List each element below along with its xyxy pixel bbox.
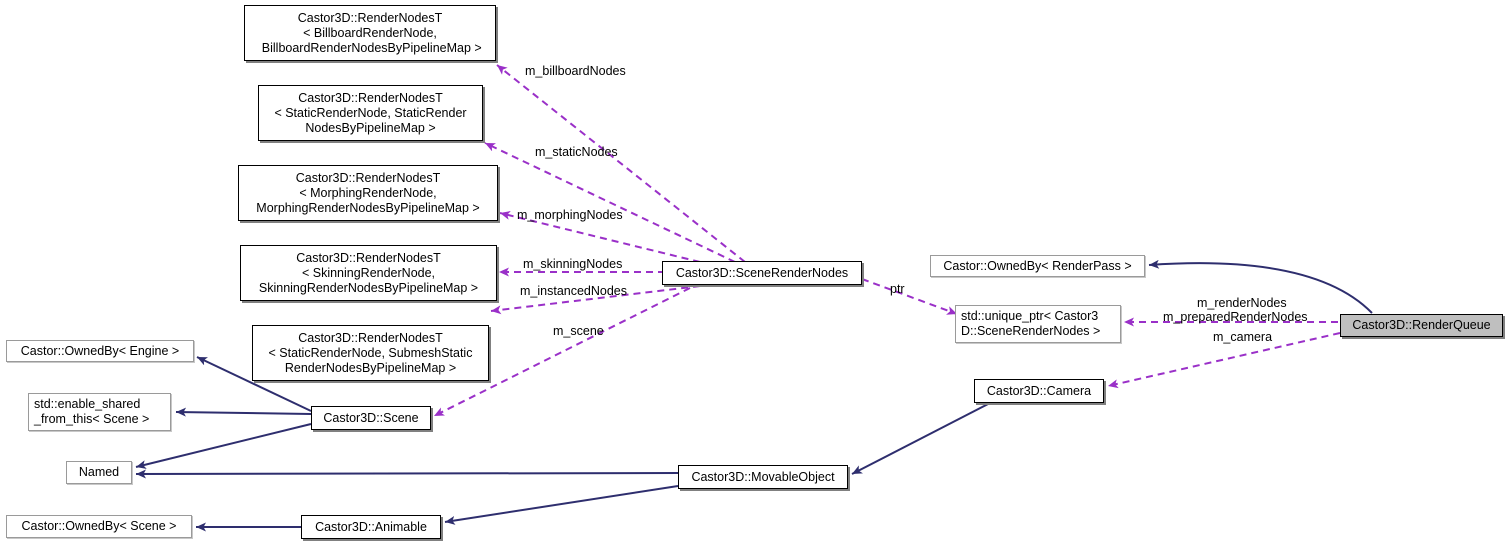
node-uniqueptr-scenerendernodes[interactable]: std::unique_ptr< Castor3 D::SceneRenderN… — [955, 305, 1121, 343]
edge-label-m-camera: m_camera — [1213, 330, 1273, 344]
node-label: Castor3D::RenderNodesT < SkinningRenderN… — [258, 250, 479, 295]
edge-label-m-billboardnodes: m_billboardNodes — [525, 64, 626, 78]
node-enable-shared-from-this-scene[interactable]: std::enable_shared _from_this< Scene > — [28, 393, 171, 431]
node-label: std::unique_ptr< Castor3 D::SceneRenderN… — [961, 309, 1101, 338]
node-label: std::enable_shared _from_this< Scene > — [34, 397, 150, 426]
node-rendernodes-morphing[interactable]: Castor3D::RenderNodesT < MorphingRenderN… — [238, 165, 498, 221]
node-rendernodes-submeshstatic[interactable]: Castor3D::RenderNodesT < StaticRenderNod… — [252, 325, 489, 381]
node-label: Named — [78, 465, 120, 479]
node-label: Castor3D::MovableObject — [691, 469, 835, 484]
node-ownedby-engine[interactable]: Castor::OwnedBy< Engine > — [6, 340, 194, 362]
node-label: Castor::OwnedBy< Scene > — [21, 519, 177, 533]
node-label: Castor3D::RenderNodesT < MorphingRenderN… — [256, 170, 480, 215]
edge-movableobject-animable — [444, 485, 679, 525]
edge-label-m-morphingnodes: m_morphingNodes — [517, 208, 623, 222]
node-label: Castor3D::RenderNodesT < StaticRenderNod… — [268, 330, 473, 375]
node-label: Castor::OwnedBy< Engine > — [20, 343, 180, 358]
collaboration-diagram: Castor3D::RenderNodesT < BillboardRender… — [0, 0, 1511, 547]
node-animable[interactable]: Castor3D::Animable — [301, 515, 441, 539]
node-label: Castor3D::SceneRenderNodes — [675, 265, 849, 280]
edge-camera-movableobject — [851, 402, 991, 475]
node-label: Castor3D::Animable — [315, 519, 427, 534]
node-rendernodes-skinning[interactable]: Castor3D::RenderNodesT < SkinningRenderN… — [240, 245, 497, 301]
edge-label-ptr: ptr — [890, 282, 905, 296]
node-label: Castor3D::Camera — [986, 383, 1092, 398]
edge-label-m-preparedrendernodes: m_preparedRenderNodes — [1163, 310, 1308, 324]
node-label: Castor3D::RenderNodesT < BillboardRender… — [261, 10, 482, 55]
node-scene[interactable]: Castor3D::Scene — [311, 406, 431, 430]
node-label: Castor3D::Scene — [323, 410, 419, 425]
usage-edges — [433, 64, 1341, 417]
node-label: Castor3D::RenderQueue — [1352, 318, 1491, 332]
node-label: Castor3D::RenderNodesT < StaticRenderNod… — [274, 90, 467, 135]
node-camera[interactable]: Castor3D::Camera — [974, 379, 1104, 403]
edge-m-billboardnodes — [496, 64, 746, 263]
edge-label-m-rendernodes: m_renderNodes — [1197, 296, 1287, 310]
node-movableobject[interactable]: Castor3D::MovableObject — [678, 465, 848, 489]
edge-label-m-skinningnodes: m_skinningNodes — [523, 257, 623, 271]
node-renderqueue[interactable]: Castor3D::RenderQueue — [1340, 314, 1503, 337]
edge-label-m-staticnodes: m_staticNodes — [535, 145, 618, 159]
node-ownedby-scene[interactable]: Castor::OwnedBy< Scene > — [6, 515, 192, 538]
edge-m-staticnodes — [484, 142, 736, 263]
edge-label-m-scene: m_scene — [553, 324, 604, 338]
node-scenerendernodes[interactable]: Castor3D::SceneRenderNodes — [662, 261, 862, 285]
node-rendernodes-billboard[interactable]: Castor3D::RenderNodesT < BillboardRender… — [244, 5, 496, 61]
edge-movableobject-named — [135, 469, 679, 479]
node-label: Castor::OwnedBy< RenderPass > — [943, 258, 1132, 273]
node-rendernodes-static[interactable]: Castor3D::RenderNodesT < StaticRenderNod… — [258, 85, 483, 141]
edge-ptr — [861, 278, 958, 315]
node-ownedby-renderpass[interactable]: Castor::OwnedBy< RenderPass > — [930, 255, 1145, 277]
node-named[interactable]: Named — [66, 461, 132, 484]
edge-scene-enablesharedfrom — [175, 407, 312, 417]
edge-label-m-instancednodes: m_instancedNodes — [520, 284, 628, 298]
